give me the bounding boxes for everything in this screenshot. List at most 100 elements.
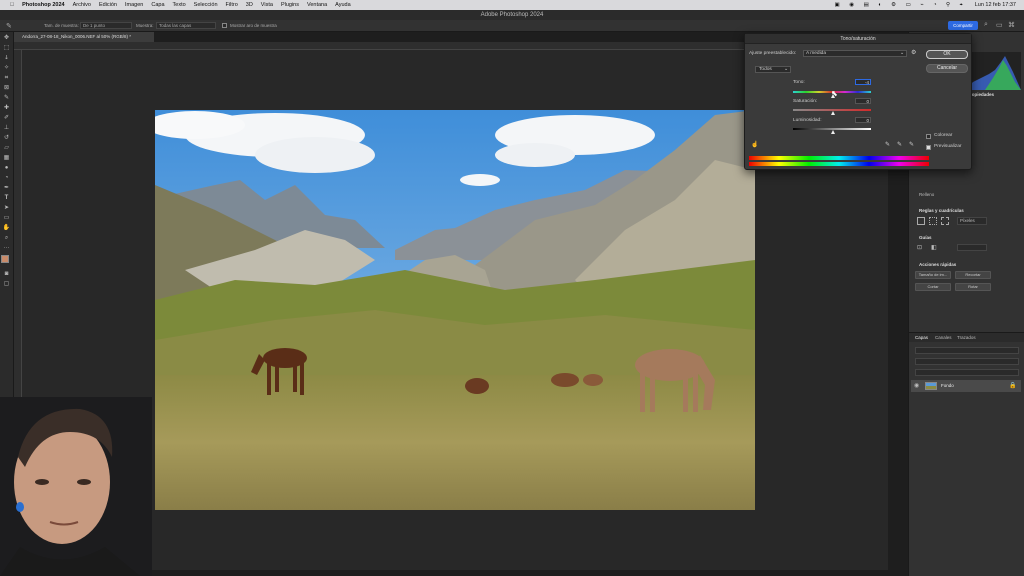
pen-tool-icon[interactable]: ✒ [2,184,12,192]
shape-tool-icon[interactable]: ▭ [2,214,12,222]
lightness-slider-thumb[interactable] [831,130,835,134]
menu-item-imagen[interactable]: Imagen [125,2,143,8]
tab-channels[interactable]: Canales [935,335,952,340]
brush-tool-icon[interactable]: ✐ [2,114,12,122]
lock-row[interactable] [915,369,1019,376]
menu-item-capa[interactable]: Capa [151,2,164,8]
dodge-tool-icon[interactable]: ◔ [2,174,12,182]
ok-button[interactable]: OK [926,50,968,59]
history-brush-icon[interactable]: ↺ [2,134,12,142]
options-bar: ✎ Tam. de muestra: De 1 punto Muestra: T… [0,20,1024,32]
output-color-bar [749,162,929,166]
fill-label: Relleno [919,192,935,197]
type-tool-icon[interactable]: T [2,194,12,202]
tab-layers[interactable]: Capas [915,335,928,340]
guide-style-select[interactable] [957,244,987,251]
tab-paths[interactable]: Trazados [957,335,976,340]
hand-tool-icon[interactable]: ✋ [2,224,12,232]
move-tool-icon[interactable]: ✥ [2,34,12,42]
workspace-icon[interactable]: ▭ [996,21,1003,29]
menu-item-seleccion[interactable]: Selección [194,2,218,8]
webcam-overlay [0,397,152,576]
layer-name: Fondo [941,383,954,388]
marquee-tool-icon[interactable]: ⬚ [2,44,12,52]
guide-lock-icon[interactable]: ⊡ [917,244,922,251]
presenter-video [0,397,152,576]
arrange-icon[interactable]: ⌘ [1008,21,1015,29]
app-menu[interactable]: Photoshop 2024 [22,2,64,8]
gradient-tool-icon[interactable]: ▦ [2,154,12,162]
quick-actions-title: Acciones rápidas [919,262,957,267]
preset-select[interactable]: A medida ⌄ [803,50,907,57]
rotate-button[interactable]: Rotar [955,283,991,291]
rulers-icon[interactable] [917,217,925,225]
targeted-adjust-hand-icon[interactable]: ☝ [751,141,758,148]
menu-item-archivo[interactable]: Archivo [73,2,91,8]
colorize-checkbox[interactable] [926,134,931,139]
menu-item-edicion[interactable]: Edición [99,2,117,8]
show-ring-label: Mostrar aro de muestra [230,23,277,28]
grid-icon[interactable] [929,217,937,225]
preview-checkbox[interactable] [926,145,931,150]
screen-mode-icon[interactable]: ▢ [2,280,12,288]
menu-item-ventana[interactable]: Ventana [307,2,327,8]
menu-item-ayuda[interactable]: Ayuda [335,2,351,8]
crop-button[interactable]: Recortar [955,271,991,279]
saturation-value-field[interactable]: 0 [855,98,871,104]
chevron-down-icon: ⌄ [783,67,788,72]
hue-value-field[interactable]: -4 [855,79,871,85]
eraser-tool-icon[interactable]: ▱ [2,144,12,152]
menu-item-texto[interactable]: Texto [173,2,186,8]
lasso-tool-icon[interactable]: ↆ [2,54,12,62]
lightness-value-field[interactable]: 0 [855,117,871,123]
guides-icon[interactable] [941,217,949,225]
preset-options-icon[interactable]: ⚙ [911,49,916,56]
sample-size-select[interactable]: De 1 punto [80,22,132,29]
eyedropper-tool-icon[interactable]: ✎ [6,22,12,30]
visibility-eye-icon[interactable]: ◉ [914,382,919,389]
guides-section-title: Guías [919,235,932,240]
layers-panel-tabs: Capas Canales Trazados [909,332,1024,342]
mac-menubar:  Photoshop 2024 Archivo Edición Imagen … [0,0,1024,10]
crop-tool-icon[interactable]: ⌗ [2,74,12,82]
menu-item-plugins[interactable]: Plugins [281,2,299,8]
sample-layers-label: Muestra: [136,23,154,28]
cancel-button[interactable]: Cancelar [926,64,968,73]
frame-tool-icon[interactable]: ⊠ [2,84,12,92]
sample-layers-select[interactable]: Todas las capas [156,22,216,29]
show-ring-checkbox[interactable] [222,23,227,28]
units-select[interactable]: Píxeles [957,217,987,225]
eyedropper-add-icon[interactable]: ✎ [897,141,902,148]
hue-saturation-dialog: Tono/saturación Ajuste preestablecido: A… [744,33,972,170]
trim-button[interactable]: Cortar [915,283,951,291]
layer-lock-icon: 🔒 [1009,383,1017,389]
quick-mask-icon[interactable]: ◙ [2,270,12,278]
quick-select-tool-icon[interactable]: ✧ [2,64,12,72]
layer-row[interactable]: ◉ Fondo 🔒 [911,380,1021,392]
saturation-slider-thumb[interactable] [831,111,835,115]
layer-filter-row[interactable] [915,347,1019,354]
menu-item-vista[interactable]: Vista [261,2,273,8]
apple-icon[interactable]:  [10,2,14,8]
eyedropper-subtract-icon[interactable]: ✎ [909,141,914,148]
document-tab[interactable]: Andorra_27-08-18_Nikon_0006.NEF al 50% (… [14,32,154,42]
eyedropper-icon[interactable]: ✎ [2,94,12,102]
rules-section-title: Reglas y cuadrículas [919,208,964,213]
search-icon[interactable]: ⌕ [984,21,988,29]
healing-tool-icon[interactable]: ✚ [2,104,12,112]
document-image[interactable] [155,110,755,510]
channel-select[interactable]: Todos ⌄ [755,66,791,73]
image-size-button[interactable]: Tamaño de im... [915,271,951,279]
menu-item-filtro[interactable]: Filtro [226,2,238,8]
blend-mode-row[interactable] [915,358,1019,365]
more-tools-icon[interactable]: ··· [2,244,12,252]
stamp-tool-icon[interactable]: ⊥ [2,124,12,132]
blur-tool-icon[interactable]: ● [2,164,12,172]
path-select-icon[interactable]: ➤ [2,204,12,212]
share-button[interactable]: Compartir [948,21,978,30]
guide-color-icon[interactable]: ◧ [931,244,937,251]
menu-item-3d[interactable]: 3D [246,2,253,8]
eyedropper-sample-icon[interactable]: ✎ [885,141,890,148]
zoom-tool-icon[interactable]: ⌕ [2,234,12,242]
color-swatches[interactable] [0,255,13,267]
